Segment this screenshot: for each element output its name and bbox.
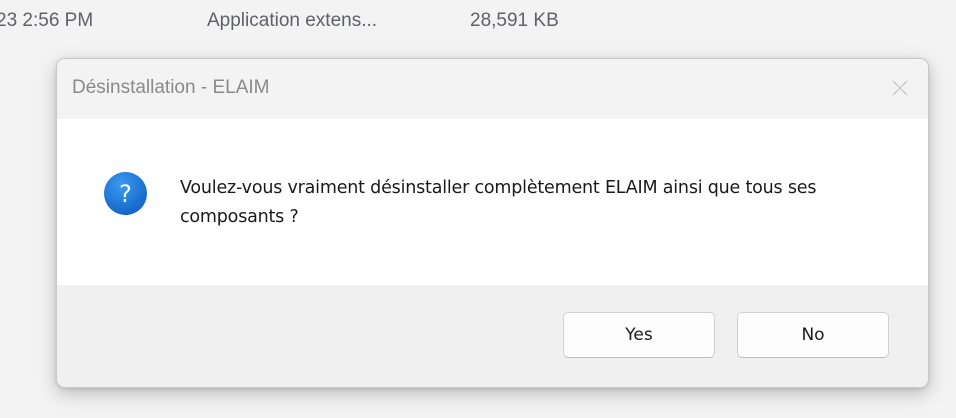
close-button[interactable] [872, 59, 928, 117]
close-icon [892, 80, 908, 96]
file-size: 28,591 KB [470, 10, 559, 31]
file-type: Application extens... [207, 10, 378, 31]
uninstall-dialog: Désinstallation - ELAIM ? Voulez-vous vr… [56, 58, 929, 388]
dialog-title: Désinstallation - ELAIM [72, 77, 270, 98]
file-date-modified: 23 2:56 PM [0, 10, 94, 31]
dialog-message: Voulez-vous vraiment désinstaller complè… [180, 178, 817, 227]
dialog-footer: Yes No [57, 285, 928, 387]
yes-button[interactable]: Yes [563, 312, 715, 358]
dialog-content: ? Voulez-vous vraiment désinstaller comp… [57, 119, 928, 285]
file-list-row[interactable]: 23 2:56 PM Application extens... 28,591 … [0, 0, 956, 44]
svg-text:?: ? [119, 180, 132, 208]
dialog-titlebar[interactable]: Désinstallation - ELAIM [57, 59, 928, 119]
no-button[interactable]: No [737, 312, 889, 358]
question-icon: ? [104, 172, 147, 215]
